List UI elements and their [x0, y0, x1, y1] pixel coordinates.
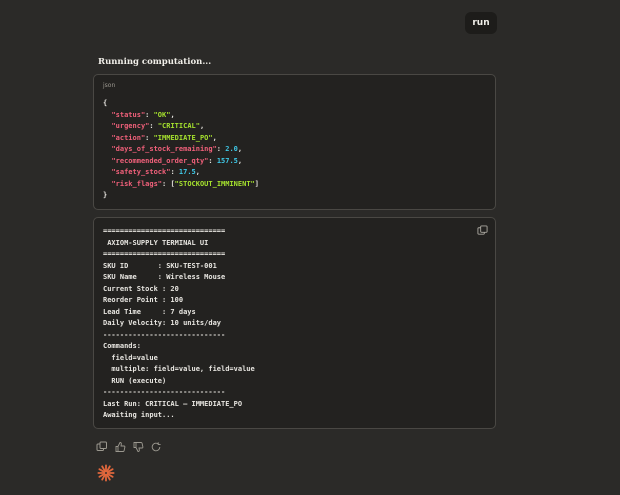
- code-language-label: json: [103, 82, 116, 89]
- json-key: "status": [111, 110, 146, 119]
- json-field-line: "urgency": "CRITICAL",: [111, 122, 205, 130]
- json-key: "action": [111, 133, 146, 142]
- copy-message-icon[interactable]: [96, 438, 108, 451]
- terminal-line: Commands:: [103, 342, 141, 350]
- terminal-line: Last Run: CRITICAL — IMMEDIATE_PO: [103, 399, 243, 408]
- terminal-line: Awaiting input...: [103, 411, 175, 419]
- json-key: "urgency": [111, 122, 150, 130]
- json-code-block: json { "status": "OK", "urgency": "CRITI…: [93, 74, 496, 210]
- starburst-logo-icon: [97, 464, 115, 482]
- terminal-line: RUN (execute): [103, 376, 167, 385]
- json-value: "CRITICAL": [157, 122, 200, 130]
- terminal-line: SKU Name : Wireless Mouse: [103, 273, 226, 281]
- terminal-line: =============================: [103, 227, 226, 235]
- json-key: "days_of_stock_remaining": [111, 145, 217, 153]
- message-actions: [96, 438, 162, 452]
- json-key: "risk_flags": [111, 179, 163, 188]
- retry-icon[interactable]: [150, 438, 162, 452]
- json-code: { "status": "OK", "urgency": "CRITICAL",…: [103, 98, 259, 202]
- json-value: 2.0: [225, 145, 238, 153]
- json-field-line: "safety_stock": 17.5,: [111, 168, 200, 176]
- json-value: "STOCKOUT_IMMINENT": [174, 179, 255, 188]
- terminal-line: Lead Time : 7 days: [103, 307, 196, 316]
- terminal-line: -----------------------------: [103, 330, 226, 339]
- terminal-line: field=value: [103, 353, 158, 362]
- terminal-output-block: ============================= AXIOM-SUPP…: [93, 217, 496, 429]
- json-field-line: "status": "OK",: [111, 110, 175, 119]
- json-field-line: "risk_flags": ["STOCKOUT_IMMINENT"]: [111, 179, 259, 188]
- terminal-text: ============================= AXIOM-SUPP…: [103, 226, 255, 422]
- json-key: "recommended_order_qty": [111, 156, 209, 165]
- json-value: "IMMEDIATE_PO": [153, 133, 213, 142]
- status-text: Running computation...: [98, 57, 212, 67]
- terminal-line: =============================: [103, 250, 226, 258]
- terminal-line: Reorder Point : 100: [103, 296, 184, 304]
- thumbs-down-icon[interactable]: [132, 438, 144, 452]
- run-button[interactable]: run: [465, 12, 497, 34]
- json-open-brace: {: [103, 99, 108, 107]
- terminal-line: SKU ID : SKU-TEST-001: [103, 261, 217, 270]
- terminal-line: AXIOM-SUPPLY TERMINAL UI: [103, 238, 209, 247]
- json-key: "safety_stock": [111, 168, 171, 176]
- json-field-line: "days_of_stock_remaining": 2.0,: [111, 145, 243, 153]
- json-field-line: "action": "IMMEDIATE_PO",: [111, 133, 217, 142]
- thumbs-up-icon[interactable]: [114, 438, 126, 452]
- terminal-line: Current Stock : 20: [103, 284, 179, 293]
- copy-icon[interactable]: [477, 225, 488, 236]
- terminal-line: multiple: field=value, field=value: [103, 365, 255, 373]
- terminal-line: -----------------------------: [103, 388, 226, 396]
- json-value: "OK": [153, 110, 171, 119]
- json-field-line: "recommended_order_qty": 157.5,: [111, 156, 243, 165]
- json-close-brace: }: [103, 191, 108, 199]
- terminal-line: Daily Velocity: 10 units/day: [103, 319, 222, 327]
- json-value: 17.5: [178, 168, 196, 176]
- json-value: 157.5: [216, 156, 238, 165]
